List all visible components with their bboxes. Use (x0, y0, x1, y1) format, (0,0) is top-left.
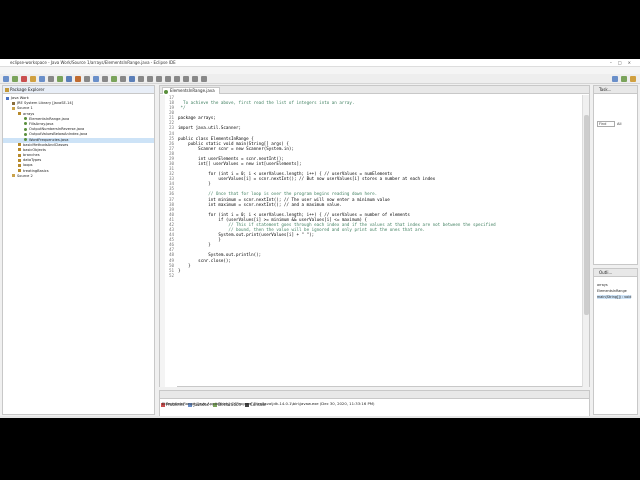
toolbar-button-icon[interactable] (165, 76, 171, 82)
outline-item-class[interactable]: ElementsInRange (597, 289, 627, 293)
tree-item-label: branches (23, 153, 40, 158)
toolbar-button-icon[interactable] (147, 76, 153, 82)
toolbar-button-icon[interactable] (93, 76, 99, 82)
bottom-tab-bar: Problems Javadoc Declaration Console (160, 391, 589, 409)
java-file-icon (24, 127, 27, 131)
toolbar-button-icon[interactable] (75, 76, 81, 82)
library-icon (12, 101, 15, 105)
toolbar-button-icon[interactable] (183, 76, 189, 82)
tree-item-label: dataTypes (23, 158, 42, 163)
code-line[interactable]: 52 (160, 273, 589, 278)
package-icon (18, 148, 21, 152)
toolbar-button-icon[interactable] (3, 76, 9, 82)
outline-panel: Outli... arrays ElementsInRange main(Str… (593, 268, 638, 415)
java-file-icon (24, 122, 27, 126)
outline-item-package[interactable]: arrays (597, 283, 608, 287)
window-controls[interactable]: –□× (610, 60, 637, 65)
java-file-icon (24, 132, 27, 136)
tree-item-label: ElementsInRange.java (29, 116, 70, 121)
toolbar-button-icon[interactable] (66, 76, 72, 82)
outline-title[interactable]: Outli... (594, 269, 637, 277)
toolbar-button-icon[interactable] (120, 76, 126, 82)
console-header: ElementsInRange [Java Application] C:\Pr… (162, 401, 375, 406)
toolbar-button-icon[interactable] (21, 76, 27, 82)
toolbar-button-icon[interactable] (30, 76, 36, 82)
tree-item-label: loops (23, 163, 33, 168)
package-icon (18, 143, 21, 147)
toolbar-button-icon[interactable] (12, 76, 18, 82)
tree-item-label: basicMethodsAndClasses (23, 142, 69, 147)
perspective-button-icon[interactable] (630, 76, 636, 82)
toolbar-button-icon[interactable] (39, 76, 45, 82)
window-title: eclipse-workspace - Java Work/Source 1/a… (10, 60, 176, 65)
package-icon (18, 169, 21, 173)
tree-item-label: arrays (23, 111, 35, 116)
tree-item-label: treatingBasics (23, 168, 49, 173)
toolbar-button-icon[interactable] (48, 76, 54, 82)
editor-tab-elementsinrange[interactable]: ElementsInRange.java (162, 87, 220, 94)
tree-item-label: WordFrequencies.java (29, 137, 69, 142)
tree-item-label: FillsArray.java (29, 121, 54, 126)
tree-item-label: OutputValuesBelowAnIndex.java (29, 132, 88, 137)
title-bar: eclipse-workspace - Java Work/Source 1/a… (0, 59, 640, 67)
tree-item[interactable]: Source 2 (3, 174, 154, 179)
project-icon (6, 96, 9, 100)
toolbar-button-icon[interactable] (102, 76, 108, 82)
toolbar-button-icon[interactable] (111, 76, 117, 82)
editor-tab-bar: ElementsInRange.java (160, 86, 589, 94)
package-icon (18, 153, 21, 157)
outline-item-main-method[interactable]: main(String[]) : void (597, 295, 632, 299)
toolbar-button-icon[interactable] (84, 76, 90, 82)
source-folder-icon (12, 106, 15, 110)
tree-item-label: basicObjects (23, 147, 46, 152)
code-editor: ElementsInRange.java 17 18 To achieve the… (159, 85, 590, 387)
find-input[interactable]: Find (597, 121, 615, 127)
package-icon (18, 158, 21, 162)
code-lines[interactable]: 17 18 To achieve the above, first read th… (160, 95, 589, 278)
perspective-button-icon[interactable] (612, 76, 618, 82)
toolbar-button-icon[interactable] (138, 76, 144, 82)
perspective-button-icon[interactable] (621, 76, 627, 82)
task-list-panel: Task... Find All (593, 85, 638, 265)
toolbar-button-icon[interactable] (129, 76, 135, 82)
scrollbar-thumb[interactable] (584, 115, 589, 315)
package-tree: Java Work JRE System Library [JavaSE-14] S… (3, 96, 154, 179)
tree-item-label: OutputNumbersInReverse.java (29, 127, 85, 132)
source-folder-icon (12, 174, 15, 178)
editor-scrollbar[interactable] (582, 95, 589, 387)
tree-item-label: JRE System Library [JavaSE-14] (17, 101, 74, 106)
menu-bar: FileEditSourceRefactorNavigateSearchProj… (0, 67, 640, 83)
toolbar-button-icon[interactable] (174, 76, 180, 82)
toolbar-button-icon[interactable] (57, 76, 63, 82)
package-icon (18, 112, 21, 116)
right-panels: Task... Find All Outli... arrays Element… (593, 85, 638, 415)
package-explorer-title: Package Explorer (10, 87, 45, 92)
java-file-icon (164, 89, 168, 94)
tree-item-label: Source 2 (17, 173, 33, 178)
line-number: 52 (168, 272, 174, 278)
toolbar-button-icon[interactable] (156, 76, 162, 82)
status-bar (0, 416, 640, 418)
eclipse-ide-window: eclipse-workspace - Java Work/Source 1/a… (0, 59, 640, 418)
find-all-button[interactable]: All (617, 121, 633, 127)
toolbar-button-icon[interactable] (201, 76, 207, 82)
java-file-icon (24, 138, 27, 141)
toolbar (0, 74, 640, 84)
toolbar-button-icon[interactable] (192, 76, 198, 82)
java-file-icon (24, 117, 27, 121)
bottom-panel: Problems Javadoc Declaration Console Elemen… (159, 390, 590, 417)
tree-item-label: Java Work (11, 96, 29, 100)
package-explorer-icon (5, 88, 9, 92)
editor-tab-label: ElementsInRange.java (170, 88, 215, 93)
package-icon (18, 163, 21, 167)
screen: eclipse-workspace - Java Work/Source 1/a… (0, 0, 640, 480)
package-explorer-tab[interactable]: Package Explorer (3, 86, 154, 94)
task-list-title[interactable]: Task... (594, 86, 637, 94)
package-explorer-panel: Package Explorer Java Work JRE System Lib… (2, 85, 155, 415)
tree-item-label: Source 1 (17, 106, 33, 111)
